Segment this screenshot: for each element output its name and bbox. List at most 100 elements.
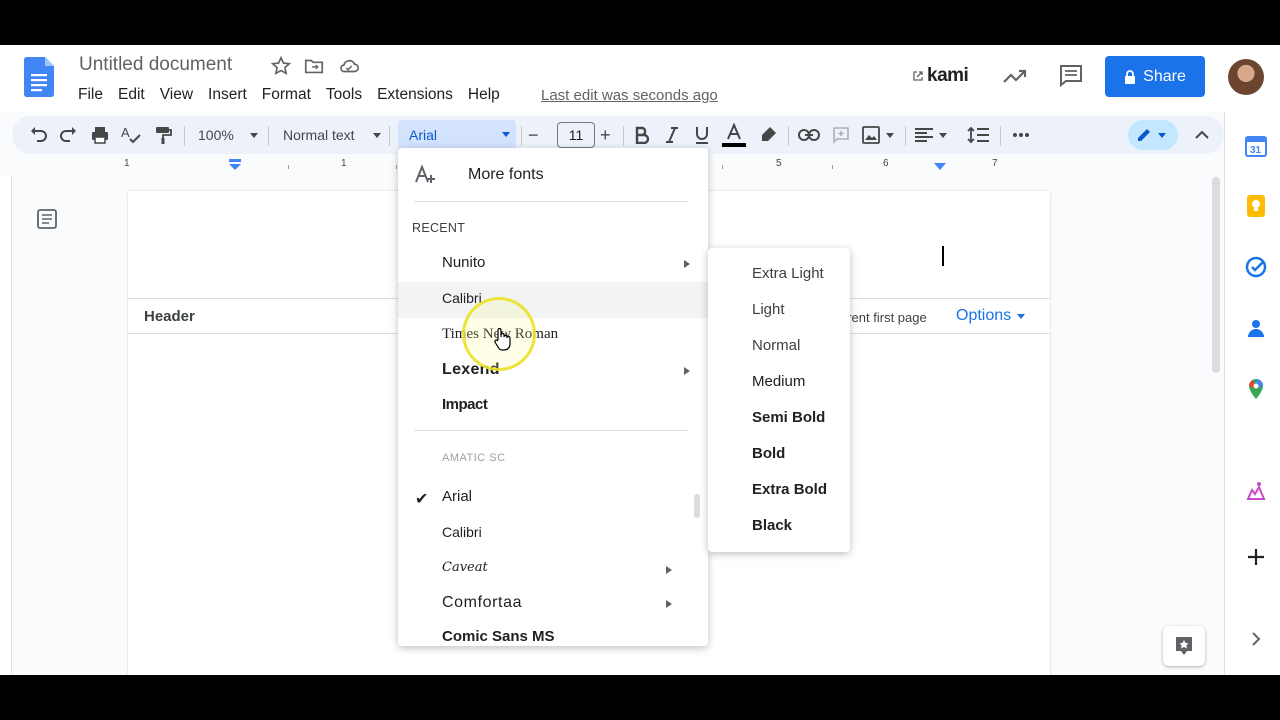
maps-icon[interactable] bbox=[1244, 377, 1268, 401]
font-item-comic-sans[interactable]: Comic Sans MS bbox=[398, 620, 708, 646]
paint-format-button[interactable] bbox=[153, 116, 173, 154]
user-avatar[interactable] bbox=[1228, 59, 1264, 95]
paint-format-icon bbox=[156, 127, 172, 144]
style-select[interactable]: Normal text bbox=[283, 116, 381, 154]
menu-edit[interactable]: Edit bbox=[118, 86, 152, 104]
font-item-caveat[interactable]: Caveat bbox=[398, 552, 708, 588]
font-select[interactable]: Arial bbox=[398, 120, 516, 150]
more-fonts-label: More fonts bbox=[468, 166, 544, 183]
link-icon bbox=[798, 129, 820, 141]
move-folder-icon[interactable] bbox=[303, 55, 325, 77]
line-spacing-button[interactable] bbox=[967, 116, 989, 154]
weight-medium[interactable]: Medium bbox=[708, 364, 850, 400]
weight-black[interactable]: Black bbox=[708, 508, 850, 544]
side-panel: 31 bbox=[1224, 112, 1280, 675]
font-item-times-new-roman[interactable]: Times New Roman bbox=[398, 318, 708, 354]
kami-addon-icon[interactable] bbox=[1244, 479, 1268, 503]
different-first-page-checkbox[interactable]: erent first page bbox=[840, 310, 927, 325]
menu-file[interactable]: File bbox=[78, 86, 110, 104]
menu-tools[interactable]: Tools bbox=[326, 86, 369, 104]
share-button[interactable]: Share bbox=[1105, 56, 1205, 97]
indent-marker-icon[interactable] bbox=[228, 159, 242, 171]
font-item-amatic-sc[interactable]: AMATIC SC bbox=[398, 444, 708, 480]
align-select[interactable] bbox=[915, 116, 947, 154]
docs-logo-icon[interactable] bbox=[24, 57, 54, 97]
explore-icon bbox=[1176, 637, 1192, 655]
font-item-comfortaa[interactable]: Comfortaa bbox=[398, 586, 708, 622]
font-menu-scroll-thumb[interactable] bbox=[694, 494, 700, 518]
spellcheck-icon: A bbox=[121, 125, 141, 144]
tasks-icon[interactable] bbox=[1244, 255, 1268, 279]
highlight-color-button[interactable] bbox=[758, 116, 778, 154]
style-value: Normal text bbox=[283, 127, 355, 143]
ruler-number: 6 bbox=[883, 158, 889, 169]
document-title[interactable]: Untitled document bbox=[79, 54, 232, 76]
cloud-status-icon[interactable] bbox=[338, 55, 360, 77]
undo-button[interactable] bbox=[28, 116, 48, 154]
weight-light[interactable]: Light bbox=[708, 292, 850, 328]
font-item-calibri[interactable]: Calibri bbox=[398, 282, 708, 318]
undo-icon bbox=[31, 127, 47, 142]
options-label: Options bbox=[956, 307, 1012, 324]
keep-icon[interactable] bbox=[1244, 194, 1268, 218]
add-comment-button[interactable] bbox=[832, 116, 850, 154]
font-item-nunito[interactable]: Nunito bbox=[398, 246, 708, 282]
text-color-button[interactable] bbox=[722, 116, 746, 154]
scroll-thumb[interactable] bbox=[1212, 177, 1220, 373]
right-indent-marker-icon[interactable] bbox=[934, 163, 946, 171]
font-item-lexend[interactable]: Lexend bbox=[398, 353, 708, 389]
print-button[interactable] bbox=[90, 116, 110, 154]
menu-insert[interactable]: Insert bbox=[208, 86, 254, 104]
menu-extensions[interactable]: Extensions bbox=[377, 86, 460, 104]
font-item-impact[interactable]: Impact bbox=[398, 388, 708, 424]
weight-extra-bold[interactable]: Extra Bold bbox=[708, 472, 850, 508]
contacts-icon[interactable] bbox=[1244, 316, 1268, 340]
document-outline-icon[interactable] bbox=[36, 208, 58, 230]
comment-history-icon[interactable] bbox=[1058, 63, 1084, 89]
calendar-icon[interactable]: 31 bbox=[1244, 134, 1268, 158]
insert-link-button[interactable] bbox=[798, 116, 820, 154]
font-size-input[interactable]: 11 bbox=[557, 122, 595, 148]
editing-mode-button[interactable] bbox=[1128, 120, 1178, 150]
more-horizontal-icon bbox=[1013, 133, 1029, 137]
menu-view[interactable]: View bbox=[160, 86, 200, 104]
vertical-ruler bbox=[0, 175, 12, 675]
image-icon bbox=[862, 126, 880, 144]
submenu-arrow-icon bbox=[684, 260, 690, 268]
add-addon-icon[interactable] bbox=[1244, 545, 1268, 569]
highlighter-icon bbox=[762, 127, 776, 141]
insert-image-button[interactable] bbox=[862, 116, 894, 154]
kami-label: kami bbox=[927, 65, 969, 86]
share-label: Share bbox=[1143, 67, 1186, 85]
explore-button[interactable] bbox=[1163, 626, 1205, 666]
spellcheck-button[interactable]: A bbox=[120, 116, 142, 154]
text-color-icon bbox=[722, 123, 746, 147]
pencil-icon bbox=[1138, 129, 1150, 141]
menu-divider bbox=[414, 430, 688, 431]
weight-semi-bold[interactable]: Semi Bold bbox=[708, 400, 850, 436]
zoom-select[interactable]: 100% bbox=[198, 116, 258, 154]
menu-format[interactable]: Format bbox=[262, 86, 318, 104]
last-edit-link[interactable]: Last edit was seconds ago bbox=[541, 87, 718, 104]
menu-help[interactable]: Help bbox=[468, 86, 507, 104]
font-item-calibri-all[interactable]: Calibri bbox=[398, 516, 708, 552]
more-options-button[interactable] bbox=[1012, 116, 1030, 154]
weight-extra-light[interactable]: Extra Light bbox=[708, 256, 850, 292]
redo-button[interactable] bbox=[59, 116, 79, 154]
document-scrollbar[interactable] bbox=[1208, 175, 1224, 675]
chevron-down-icon bbox=[1017, 313, 1026, 319]
star-icon[interactable] bbox=[270, 55, 292, 77]
kami-button[interactable]: kami bbox=[912, 65, 969, 87]
weight-bold[interactable]: Bold bbox=[708, 436, 850, 472]
svg-text:A: A bbox=[121, 125, 130, 140]
ruler-number: 7 bbox=[992, 158, 998, 169]
hide-menus-button[interactable] bbox=[1195, 116, 1209, 154]
header-options-button[interactable]: Options bbox=[956, 307, 1026, 325]
more-fonts-icon bbox=[415, 164, 435, 183]
activity-trend-icon[interactable] bbox=[1002, 65, 1028, 87]
font-item-arial[interactable]: ✔ Arial bbox=[398, 480, 708, 516]
chevron-right-icon[interactable] bbox=[1244, 627, 1268, 651]
more-fonts-item[interactable]: More fonts bbox=[398, 158, 708, 194]
recent-section-label: RECENT bbox=[412, 221, 466, 235]
weight-normal[interactable]: Normal bbox=[708, 328, 850, 364]
